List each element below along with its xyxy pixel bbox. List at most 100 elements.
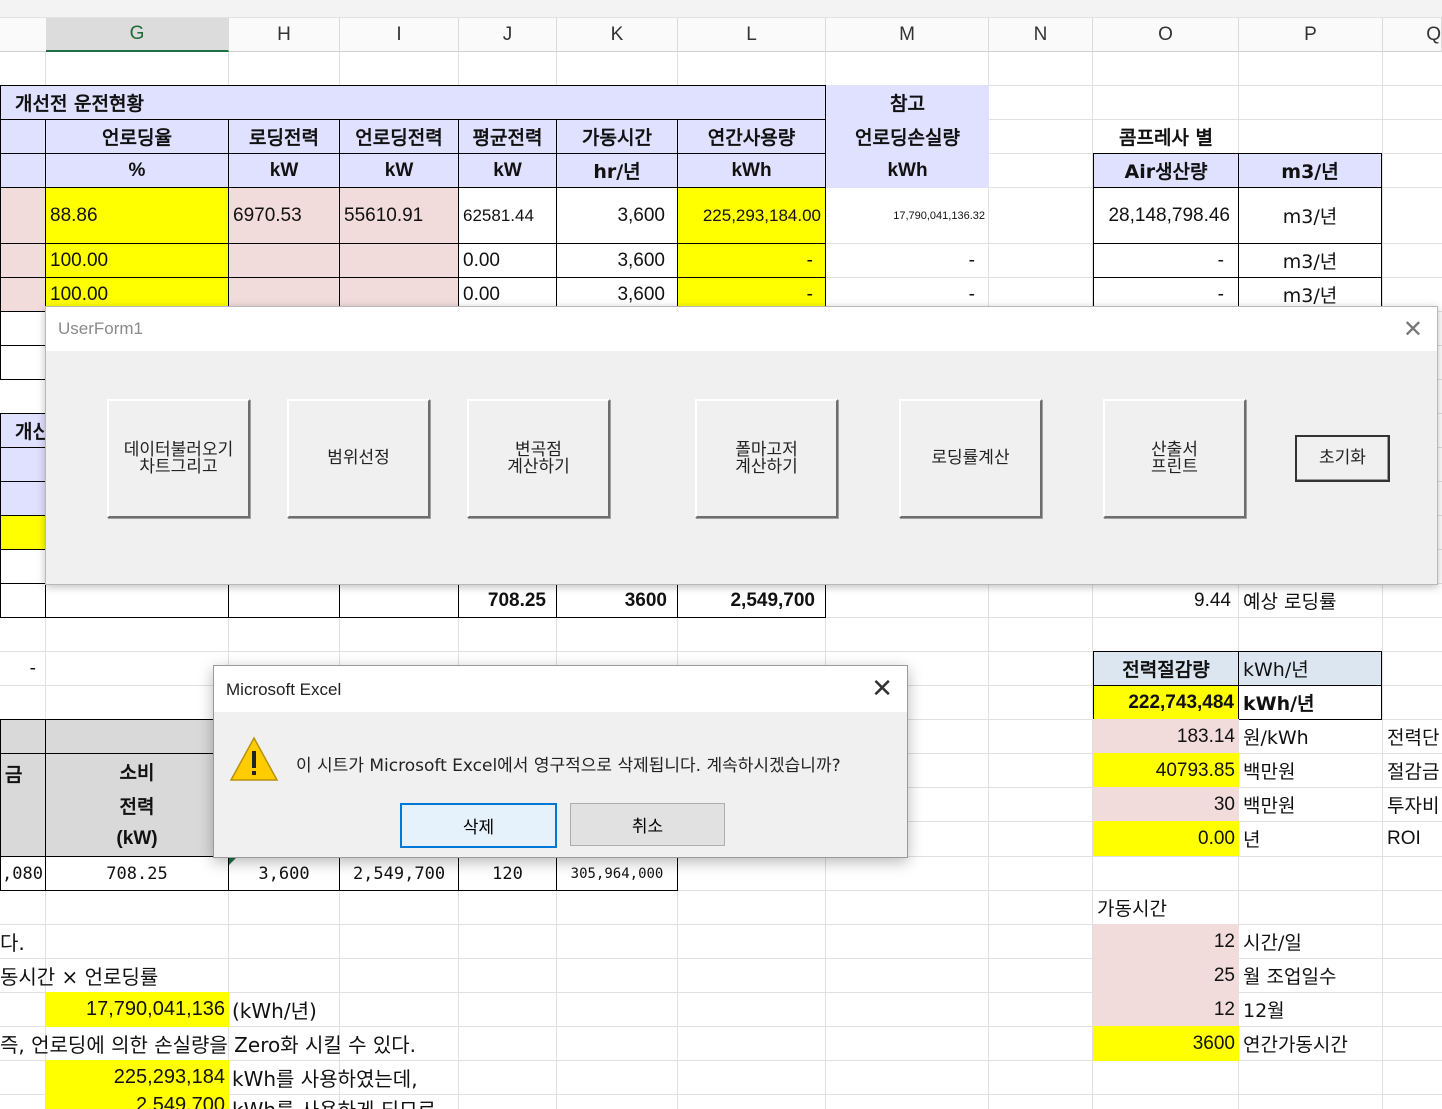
column-header-j[interactable]: J bbox=[459, 18, 557, 52]
column-header-h[interactable]: H bbox=[229, 18, 340, 52]
used-value[interactable]: 225,293,184 bbox=[45, 1060, 229, 1095]
op-time-label[interactable]: 가동시간 bbox=[1093, 890, 1239, 925]
data-row-hours[interactable]: 3,600 bbox=[228, 856, 340, 891]
unit-hr-year[interactable]: hr/년 bbox=[556, 153, 678, 188]
investment-value[interactable]: 30 bbox=[1093, 787, 1239, 822]
column-header-q[interactable]: Q bbox=[1383, 18, 1442, 52]
loss-value[interactable]: 17,790,041,136 bbox=[45, 992, 229, 1027]
annual-op-hours-value[interactable]: 3600 bbox=[1093, 1026, 1239, 1061]
data-row-cell[interactable]: 2,080 bbox=[0, 856, 46, 891]
unit-kwh[interactable]: kWh bbox=[677, 153, 826, 188]
row2-air-value[interactable]: - bbox=[1093, 243, 1239, 278]
row2-op-hours[interactable]: 3,600 bbox=[556, 243, 678, 278]
savings-amount-unit[interactable]: 백만원 bbox=[1239, 753, 1383, 788]
userform-titlebar[interactable]: UserForm1 ✕ bbox=[46, 307, 1437, 351]
air-production-unit[interactable]: m3/년 bbox=[1238, 153, 1382, 188]
sum-cell[interactable] bbox=[339, 583, 459, 618]
row1-unloading-rate[interactable]: 88.86 bbox=[45, 187, 229, 244]
unit-kw-1[interactable]: kW bbox=[228, 153, 340, 188]
left-cell[interactable] bbox=[0, 515, 46, 550]
saving-label[interactable]: 전력절감량 bbox=[1093, 651, 1239, 686]
roi-value[interactable]: 0.00 bbox=[1093, 821, 1239, 856]
header-unloading-rate[interactable]: 언로딩율 bbox=[45, 119, 229, 154]
header-op-hours[interactable]: 가동시간 bbox=[556, 119, 678, 154]
unit-percent[interactable]: % bbox=[45, 153, 229, 188]
roi-label[interactable]: ROI bbox=[1383, 821, 1442, 856]
row2-air-unit[interactable]: m3/년 bbox=[1238, 243, 1382, 278]
column-header-o[interactable]: O bbox=[1093, 18, 1239, 52]
header-unloading-loss[interactable]: 언로딩손실량 bbox=[826, 119, 989, 154]
bottom-value[interactable]: 2,549,700 bbox=[45, 1094, 229, 1109]
header-avg-power[interactable]: 평균전력 bbox=[458, 119, 557, 154]
investment-unit[interactable]: 백만원 bbox=[1239, 787, 1383, 822]
loss-unit[interactable]: (kWh/년) bbox=[228, 992, 428, 1027]
row1-op-hours[interactable]: 3,600 bbox=[556, 187, 678, 244]
left-cell[interactable] bbox=[0, 311, 46, 346]
row1-avg-power[interactable]: 62581.44 bbox=[458, 187, 557, 244]
op-months-label[interactable]: 12월 bbox=[1239, 992, 1383, 1027]
op-days-label[interactable]: 월 조업일수 bbox=[1239, 958, 1383, 993]
row2-left-cell[interactable] bbox=[0, 243, 46, 278]
row1-air-value[interactable]: 28,148,798.46 bbox=[1093, 187, 1239, 244]
excel-message-box[interactable]: Microsoft Excel ✕ 이 시트가 Microsoft Excel에… bbox=[213, 665, 908, 858]
op-hours-per-day-label[interactable]: 시간/일 bbox=[1239, 924, 1383, 959]
expected-loading-value[interactable]: 9.44 bbox=[1093, 583, 1239, 618]
sum-op-hours[interactable]: 3600 bbox=[556, 583, 678, 618]
header-annual-usage[interactable]: 연간사용량 bbox=[677, 119, 826, 154]
unit-cell[interactable] bbox=[0, 153, 46, 188]
text-line-4[interactable]: kWh를 사용하였는데, bbox=[228, 1060, 528, 1095]
text-line-5[interactable]: kWh를 사용하게 되므로 bbox=[228, 1094, 528, 1109]
userform-dialog[interactable]: UserForm1 ✕ 데이터불러오기 차트그리고 범위선정 변곡점 계산하기 폴마… bbox=[45, 306, 1438, 585]
column-header-n[interactable]: N bbox=[989, 18, 1093, 52]
left-cell[interactable] bbox=[0, 549, 46, 584]
data-row-power[interactable]: 708.25 bbox=[45, 856, 229, 891]
row3-left-cell[interactable] bbox=[0, 277, 46, 312]
saving-unit-1[interactable]: kWh/년 bbox=[1238, 651, 1382, 686]
row2-unloading-power[interactable] bbox=[339, 243, 459, 278]
sum-avg-power[interactable]: 708.25 bbox=[458, 583, 557, 618]
annual-op-hours-label[interactable]: 연간가동시간 bbox=[1239, 1026, 1383, 1061]
column-header-l[interactable]: L bbox=[678, 18, 826, 52]
section-title[interactable]: 개선전 운전현황 bbox=[0, 85, 826, 120]
message-box-titlebar[interactable]: Microsoft Excel ✕ bbox=[214, 666, 907, 712]
op-days-value[interactable]: 25 bbox=[1093, 958, 1239, 993]
cancel-button[interactable]: 취소 bbox=[570, 803, 725, 846]
row2-annual-usage[interactable]: - bbox=[677, 243, 826, 278]
column-header-k[interactable]: K bbox=[557, 18, 678, 52]
lower-header-cell[interactable] bbox=[45, 719, 229, 754]
row2-avg-power[interactable]: 0.00 bbox=[458, 243, 557, 278]
print-report-button[interactable]: 산출서 프린트 bbox=[1103, 399, 1246, 518]
dash-cell[interactable]: - bbox=[0, 651, 40, 686]
column-header-m[interactable]: M bbox=[826, 18, 989, 52]
close-icon[interactable]: ✕ bbox=[871, 674, 893, 704]
improved-section-partial[interactable]: 개신 bbox=[0, 413, 46, 448]
row1-air-unit[interactable]: m3/년 bbox=[1238, 187, 1382, 244]
roi-unit[interactable]: 년 bbox=[1239, 821, 1383, 856]
sum-cell[interactable] bbox=[0, 583, 46, 618]
row2-loading-power[interactable] bbox=[228, 243, 340, 278]
investment-label[interactable]: 투자비 bbox=[1383, 787, 1442, 822]
loading-rate-button[interactable]: 로딩률계산 bbox=[899, 399, 1042, 518]
text-line-1[interactable]: 다. bbox=[0, 924, 230, 959]
price-value[interactable]: 183.14 bbox=[1093, 719, 1239, 754]
inflection-point-button[interactable]: 변곡점 계산하기 bbox=[467, 399, 610, 518]
row1-left-cell[interactable] bbox=[0, 187, 46, 244]
load-data-chart-button[interactable]: 데이터불러오기 차트그리고 bbox=[107, 399, 250, 518]
savings-amount-value[interactable]: 40793.85 bbox=[1093, 753, 1239, 788]
row2-unloading-rate[interactable]: 100.00 bbox=[45, 243, 229, 278]
data-row-usage[interactable]: 2,549,700 bbox=[339, 856, 459, 891]
sum-cell[interactable] bbox=[45, 583, 229, 618]
data-row-unit-price[interactable]: 120 bbox=[458, 856, 557, 891]
unit-kwh-loss[interactable]: kWh bbox=[826, 153, 989, 188]
left-cell[interactable] bbox=[0, 447, 46, 482]
text-line-3[interactable]: 즉, 언로딩에 의한 손실량을 Zero화 시킬 수 있다. bbox=[0, 1026, 700, 1061]
row1-annual-usage[interactable]: 225,293,184.00 bbox=[677, 187, 826, 244]
sum-annual-usage[interactable]: 2,549,700 bbox=[677, 583, 826, 618]
column-header-i[interactable]: I bbox=[340, 18, 459, 52]
power-header[interactable]: 소비 전력 (kW) bbox=[45, 753, 229, 857]
close-icon[interactable]: ✕ bbox=[1403, 315, 1423, 343]
unit-kw-2[interactable]: kW bbox=[339, 153, 459, 188]
left-cell[interactable] bbox=[0, 481, 46, 516]
text-line-2[interactable]: 동시간 × 언로딩률 bbox=[0, 958, 400, 993]
header-loading-power[interactable]: 로딩전력 bbox=[228, 119, 340, 154]
